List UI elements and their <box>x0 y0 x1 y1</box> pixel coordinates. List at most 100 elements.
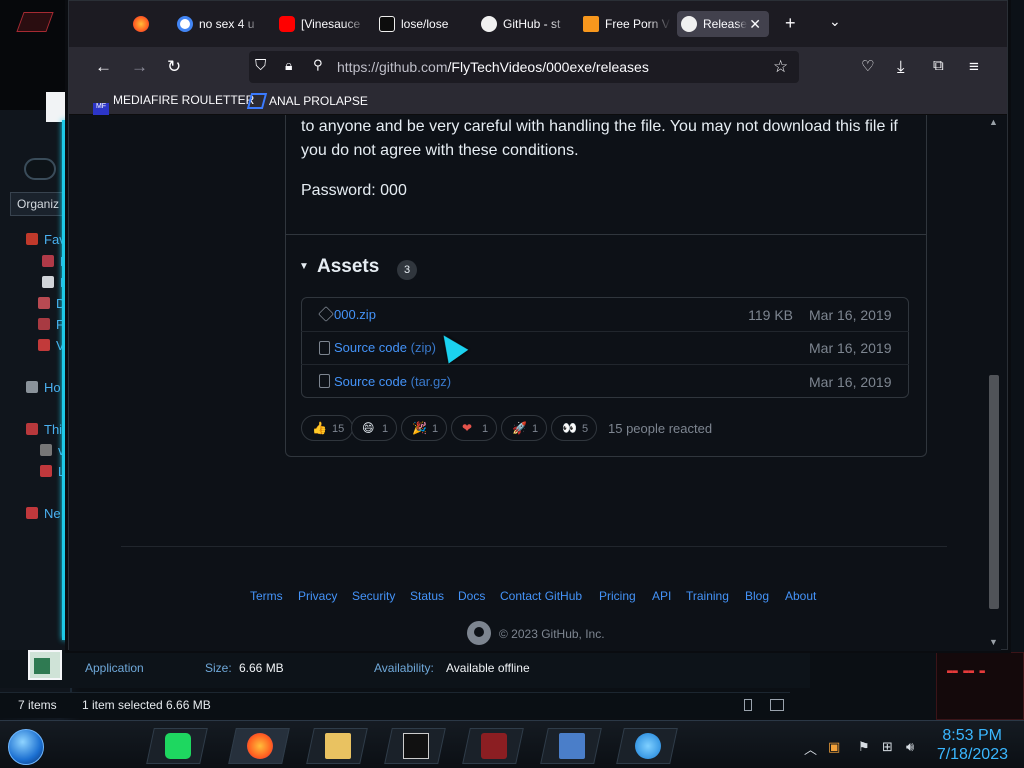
file-zip-icon <box>319 374 330 388</box>
pocket-icon[interactable]: ♡ <box>861 57 874 75</box>
release-card <box>285 115 927 457</box>
drive-icon <box>40 465 52 477</box>
reactors-summary[interactable]: 15 people reacted <box>608 421 712 436</box>
nav-item-4[interactable]: F <box>38 317 64 332</box>
extensions-icon[interactable]: ⧉ <box>933 57 944 74</box>
forward-button[interactable]: → <box>131 57 148 77</box>
nav-item-drive-1[interactable]: v <box>40 443 65 458</box>
taskbar-ie[interactable] <box>616 728 678 764</box>
asset-size: 119 KB <box>748 307 793 323</box>
bookmark-star-icon[interactable]: ☆ <box>773 57 788 77</box>
nav-item-homegroup[interactable]: Ho <box>26 380 61 395</box>
lock-icon[interactable]: 🔒︎ <box>285 57 292 74</box>
footer-link-terms[interactable]: Terms <box>250 589 283 603</box>
firefox-window: no sex 4 u [Vinesauce lose/lose GitHub -… <box>68 0 1008 651</box>
footer-link-about[interactable]: About <box>785 589 816 603</box>
shield-icon[interactable]: ⛉ <box>255 57 266 74</box>
nav-item-this-pc[interactable]: Thi <box>26 422 62 437</box>
tab-releases[interactable]: Releases ✕ <box>677 11 769 37</box>
footer-link-security[interactable]: Security <box>352 589 395 603</box>
firefox-icon <box>133 16 149 32</box>
size-value: 6.66 MB <box>239 661 284 675</box>
reaction-hooray[interactable]: 🎉 1 <box>401 415 448 441</box>
folder-icon <box>42 255 54 267</box>
back-button[interactable]: ← <box>95 57 112 77</box>
taskbar-explorer[interactable] <box>306 728 368 764</box>
close-tab-icon[interactable]: ✕ <box>749 11 761 37</box>
footer-link-api[interactable]: API <box>652 589 671 603</box>
explorer-window-edge <box>46 92 66 122</box>
tab-lose-lose[interactable]: lose/lose <box>375 11 465 37</box>
tab-strip: no sex 4 u [Vinesauce lose/lose GitHub -… <box>69 1 1007 47</box>
taskbar-app-red[interactable] <box>462 728 524 764</box>
tab-ph[interactable]: Free Porn V <box>579 11 671 37</box>
bookmark-second[interactable]: ANAL PROLAPSE <box>246 93 368 109</box>
start-button[interactable] <box>8 729 44 765</box>
tab-google[interactable]: no sex 4 u <box>173 11 263 37</box>
asset-link-source-targz[interactable]: Source code (tar.gz) <box>334 374 451 389</box>
footer-link-status[interactable]: Status <box>410 589 444 603</box>
github-logo-icon[interactable] <box>467 621 491 645</box>
row-divider <box>301 364 909 365</box>
network-icon <box>26 507 38 519</box>
organize-button[interactable]: Organiz <box>10 192 70 216</box>
reaction-heart[interactable]: ❤ 1 <box>451 415 498 441</box>
assets-heading[interactable]: Assets <box>317 256 379 278</box>
scrollbar-thumb[interactable] <box>989 375 999 609</box>
footer-link-blog[interactable]: Blog <box>745 589 769 603</box>
tab-firefox[interactable] <box>129 11 159 37</box>
asset-link-000-zip[interactable]: 000.zip <box>334 307 376 322</box>
reaction-laugh[interactable]: 😄 1 <box>351 415 398 441</box>
nav-item-favorites[interactable]: Fav <box>26 232 66 247</box>
details-view-icon[interactable] <box>744 699 752 711</box>
folder-icon <box>325 733 351 759</box>
nav-item-5[interactable]: V <box>38 338 65 353</box>
volume-icon[interactable]: 🔊︎ <box>906 739 914 755</box>
taskbar-remote-desktop[interactable] <box>540 728 602 764</box>
taskbar-firefox[interactable] <box>228 728 290 764</box>
nav-item-network[interactable]: Ne <box>26 506 61 521</box>
network-icon[interactable]: ⊞ <box>882 739 893 755</box>
footer-link-privacy[interactable]: Privacy <box>298 589 337 603</box>
folder-icon <box>38 318 50 330</box>
downloads-icon[interactable]: ⤓ <box>897 57 905 77</box>
copyright-text: © 2023 GitHub, Inc. <box>499 627 605 641</box>
app-icon <box>481 733 507 759</box>
reaction-thumbs-up[interactable]: 👍 15 <box>301 415 354 441</box>
theme-gear-icon <box>24 158 56 180</box>
taskbar-spotify[interactable] <box>146 728 208 764</box>
tab-github[interactable]: GitHub - st <box>477 11 573 37</box>
tab-youtube[interactable]: [Vinesauce <box>275 11 367 37</box>
footer-link-contact[interactable]: Contact GitHub <box>500 589 582 603</box>
footer-link-pricing[interactable]: Pricing <box>599 589 636 603</box>
asset-date: Mar 16, 2019 <box>809 307 892 323</box>
youtube-icon <box>279 16 295 32</box>
reaction-rocket[interactable]: 🚀 1 <box>501 415 548 441</box>
spotify-icon <box>165 733 191 759</box>
tray-app-icon[interactable]: ▣ <box>828 739 840 755</box>
ph-icon <box>583 16 599 32</box>
internet-explorer-icon <box>635 733 661 759</box>
scroll-up-icon[interactable]: ▲ <box>989 117 998 127</box>
url-text[interactable]: https://github.com/FlyTechVideos/000exe/… <box>337 59 649 75</box>
hamburger-menu-icon[interactable]: ≡ <box>969 57 979 77</box>
new-tab-button[interactable]: + <box>785 13 796 34</box>
clock-time[interactable]: 8:53 PM <box>942 727 1002 745</box>
action-center-flag-icon[interactable]: ⚑ <box>858 739 870 755</box>
show-hidden-icons-icon[interactable]: ︿ <box>804 739 817 758</box>
footer-link-training[interactable]: Training <box>686 589 729 603</box>
footer-link-docs[interactable]: Docs <box>458 589 485 603</box>
asset-link-source-zip[interactable]: Source code (zip) <box>334 340 436 355</box>
triangle-down-icon[interactable]: ▼ <box>299 261 309 272</box>
taskbar-cmd[interactable] <box>384 728 446 764</box>
reload-button[interactable]: ↻ <box>167 57 181 77</box>
clock-date[interactable]: 7/18/2023 <box>937 746 1008 764</box>
release-body-line-2: you do not agree with these conditions. <box>301 142 579 159</box>
video-icon <box>38 339 50 351</box>
chevron-down-icon[interactable]: ⌄ <box>829 13 841 30</box>
tiles-view-icon[interactable] <box>770 699 784 711</box>
reaction-eyes[interactable]: 👀 5 <box>551 415 598 441</box>
scroll-down-icon[interactable]: ▼ <box>989 637 998 647</box>
asset-date: Mar 16, 2019 <box>809 340 892 356</box>
permissions-icon[interactable]: ⚲ <box>313 57 323 73</box>
